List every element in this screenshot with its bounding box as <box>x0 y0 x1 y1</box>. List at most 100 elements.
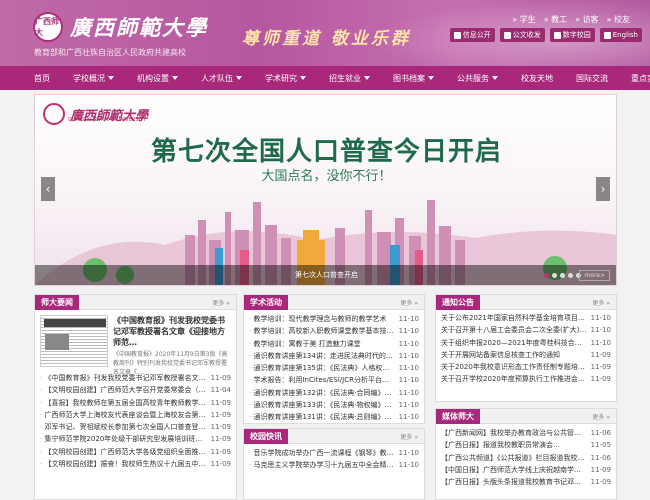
list-item-title[interactable]: 通识教育讲座第134讲：走进民法典时代的婚姻… <box>249 350 394 362</box>
link-staff[interactable]: 教工 <box>544 14 567 25</box>
list-item[interactable]: 关于开展网站备案信息核查工作的通知 11-09 <box>436 349 616 361</box>
list-item-title[interactable]: 通识教育讲座第135讲：《民法典》人格权编与… <box>249 362 394 374</box>
campus-more-link[interactable]: 更多 <box>400 432 418 441</box>
list-item[interactable]: 通识教育讲座第135讲：《民法典》人格权编与… 11-10 <box>244 362 424 374</box>
list-item-title[interactable]: 《中国教育报》刊发我校党委书记邓军教授署名文… <box>40 372 207 384</box>
list-item-title[interactable]: 【喜报】我校教师在第五届全国高校青年教师教学… <box>40 397 207 409</box>
list-item[interactable]: 广西师范大学上海校友代表座谈会暨上海校友会第…11-09 <box>35 409 236 421</box>
banner-dot[interactable] <box>568 273 573 278</box>
list-item-title[interactable]: 【文明校园创建】广西师范大学召开党委常委会（… <box>40 384 207 396</box>
digital-campus-button[interactable]: 数字校园 <box>549 28 595 42</box>
link-alumni[interactable]: 校友 <box>607 14 630 25</box>
list-item[interactable]: 关于组织申报2020—2021年度粤桂科技合作基… 11-10 <box>436 337 616 349</box>
nav-item[interactable]: 重点实验室 <box>631 73 650 84</box>
list-item[interactable]: 通识教育讲座第133讲：《民法典·物权编》解读 11-10 <box>244 399 424 411</box>
list-item-title[interactable]: 关于开展网站备案信息核查工作的通知 <box>441 349 587 361</box>
list-item-title[interactable]: 通识教育讲座第132讲：《民法典·合同编》解读 <box>249 387 394 399</box>
list-item-title[interactable]: 【文明校园创建】振奋！我校师生热议十九届五中… <box>40 458 207 470</box>
globe-icon <box>603 31 611 39</box>
nav-item[interactable]: 校友天地 <box>521 73 553 84</box>
news-more-link[interactable]: 更多 <box>212 298 230 307</box>
hero-banner[interactable]: 廣西師範大學 GUANGXI NORMAL UNIVERSITY 第七次全国人口… <box>34 94 617 286</box>
banner-dot[interactable] <box>560 273 565 278</box>
list-item-title[interactable]: 关于2020年我校意识形态工作责任制专题培训… <box>441 361 587 373</box>
list-item-title[interactable]: 集宁师范学院2020年处级干部研究型发展培训班在我… <box>40 433 206 445</box>
notice-more-link[interactable]: 更多 <box>592 298 610 307</box>
banner-dot[interactable] <box>552 273 557 278</box>
list-item[interactable]: 【文明校园创建】振奋！我校师生热议十九届五中…11-09 <box>35 458 236 470</box>
list-item[interactable]: 【中国日报】广西师范大学线上庆祝越南学院… 11-09 <box>436 464 616 476</box>
list-item-title[interactable]: 关于组织申报2020—2021年度粤桂科技合作基… <box>441 337 587 349</box>
list-item[interactable]: 关于公布2021年国家自然科学基金培育项目名… 11-10 <box>436 312 616 324</box>
list-item[interactable]: 学术报告：利用InCites/ESI/JCR分析平台助力研… 11-10 <box>244 374 424 386</box>
link-students[interactable]: 学生 <box>512 14 536 25</box>
list-item-title[interactable]: 通识教育讲座第133讲：《民法典·物权编》解读 <box>249 399 394 411</box>
list-item-title[interactable]: 邓军书记、贺祖斌校长参加第七次全国人口普查登… <box>40 421 207 433</box>
list-item-title[interactable]: 马克思主义学院举办学习十九届五中全会精神… <box>249 459 394 471</box>
university-seal-icon[interactable]: 广西师大 <box>33 12 63 42</box>
list-item[interactable]: 教学培训：现代教学理念与教师的教学艺术11-10 <box>244 313 424 325</box>
nav-item[interactable]: 学校概况 <box>73 73 114 84</box>
university-logo-name[interactable]: 廣西師範大學 <box>70 12 208 42</box>
list-item-title[interactable]: 关于召开第十八届工会委员会二次全委(扩大)… <box>441 324 587 336</box>
list-item[interactable]: 【文明校园创建】广西师范大学召开党委常委会（…11-04 <box>35 384 236 396</box>
banner-prev-button[interactable]: ‹ <box>41 177 55 201</box>
nav-item[interactable]: 国际交流 <box>576 73 608 84</box>
featured-news-title[interactable]: 《中国教育报》刊发我校党委书记邓军教授署名文章《迎接地方师范… <box>113 315 231 348</box>
nav-item[interactable]: 图书档案 <box>393 73 434 84</box>
banner-dot[interactable] <box>544 273 549 278</box>
list-item[interactable]: 集宁师范学院2020年处级干部研究型发展培训班在我… 11-09 <box>35 433 236 445</box>
list-item[interactable]: 通识教育讲座第134讲：走进民法典时代的婚姻… 11-10 <box>244 350 424 362</box>
nav-item[interactable]: 机构设置 <box>137 73 178 84</box>
list-item-title[interactable]: 音乐学院成功举办广西一流课程《钢琴》教学… <box>249 447 394 459</box>
list-item-title[interactable]: 教学培训：寓教于美 打造魅力课堂 <box>249 338 395 350</box>
list-item-title[interactable]: 【广西新闻网】我校举办教育政治与公共管理学院… <box>441 427 587 439</box>
list-item[interactable]: 教学培训：寓教于美 打造魅力课堂11-10 <box>244 338 424 350</box>
list-item[interactable]: 【广西日报】报道我校教职员常演会… 11-05 <box>436 439 616 451</box>
list-item-title[interactable]: 广西师范大学上海校友代表座谈会暨上海校友会第… <box>40 409 207 421</box>
document-exchange-button[interactable]: 公文收发 <box>499 28 545 42</box>
banner-next-button[interactable]: › <box>596 177 610 201</box>
list-item-title[interactable]: 【中国日报】广西师范大学线上庆祝越南学院… <box>441 464 587 476</box>
nav-item[interactable]: 公共服务 <box>457 73 498 84</box>
nav-item[interactable]: 招生就业 <box>329 73 370 84</box>
nav-item[interactable]: 首页 <box>34 73 50 84</box>
nav-item[interactable]: 人才队伍 <box>201 73 242 84</box>
list-item-title[interactable]: 【广西公共频道】《公共报道》栏目报道我校… <box>441 452 587 464</box>
link-visitors[interactable]: 访客 <box>575 14 599 25</box>
featured-news[interactable]: 《中国教育报》刊发我校党委书记邓军教授署名文章《迎接地方师范… 《中国教育报》2… <box>35 310 236 376</box>
list-item[interactable]: 【广西公共频道】《公共报道》栏目报道我校… 11-06 <box>436 452 616 464</box>
list-item[interactable]: 关于召开学校2020年度预算执行工作推进会议… 11-09 <box>436 373 616 385</box>
list-item[interactable]: 通识教育讲座第132讲：《民法典·合同编》解读 11-10 <box>244 387 424 399</box>
featured-news-thumbnail[interactable] <box>40 315 108 367</box>
media-more-link[interactable]: 更多 <box>592 412 610 421</box>
list-item-title[interactable]: 教学培训：现代教学理念与教师的教学艺术 <box>249 313 395 325</box>
english-site-button[interactable]: English <box>599 28 642 42</box>
list-item-title[interactable]: 通识教育讲座第131讲：《民法典·总则编》解读 <box>249 411 394 423</box>
list-item[interactable]: 教学培训：高校新入职教师课堂教学基本技能… 11-10 <box>244 325 424 337</box>
list-item[interactable]: 马克思主义学院举办学习十九届五中全会精神… 11-10 <box>244 459 424 471</box>
list-item[interactable]: 【广西日报】头版头条报道我校教育书记邓… 11-09 <box>436 476 616 488</box>
list-item[interactable]: 通识教育讲座第131讲：《民法典·总则编》解读 11-10 <box>244 411 424 423</box>
list-item[interactable]: 音乐学院成功举办广西一流课程《钢琴》教学… 11-10 <box>244 447 424 459</box>
list-item[interactable]: 《中国教育报》刊发我校党委书记邓军教授署名文…11-09 <box>35 372 236 384</box>
list-item-title[interactable]: 教学培训：高校新入职教师课堂教学基本技能… <box>249 325 394 337</box>
list-item-title[interactable]: 【广西日报】报道我校教职员常演会… <box>441 439 587 451</box>
list-item[interactable]: 关于2020年我校意识形态工作责任制专题培训… 11-09 <box>436 361 616 373</box>
nav-item-label: 学校概况 <box>73 73 105 83</box>
banner-more-button[interactable]: more> <box>579 270 610 281</box>
list-item[interactable]: 关于召开第十八届工会委员会二次全委(扩大)… 11-10 <box>436 324 616 336</box>
list-item-title[interactable]: 关于召开学校2020年度预算执行工作推进会议… <box>441 373 587 385</box>
list-item-title[interactable]: 学术报告：利用InCites/ESI/JCR分析平台助力研… <box>249 374 394 386</box>
list-item-title[interactable]: 关于公布2021年国家自然科学基金培育项目名… <box>441 312 587 324</box>
nav-item[interactable]: 学术研究 <box>265 73 306 84</box>
academic-more-link[interactable]: 更多 <box>400 298 418 307</box>
info-disclosure-button[interactable]: 信息公开 <box>449 28 495 42</box>
list-item-date: 11-10 <box>398 461 419 470</box>
list-item-title[interactable]: 【文明校园创建】广西师范大学各级党组织全面推进… <box>40 446 206 458</box>
list-item[interactable]: 邓军书记、贺祖斌校长参加第七次全国人口普查登…11-09 <box>35 421 236 433</box>
list-item[interactable]: 【广西新闻网】我校举办教育政治与公共管理学院… 11-06 <box>436 427 616 439</box>
list-item-title[interactable]: 【广西日报】头版头条报道我校教育书记邓… <box>441 476 587 488</box>
list-item[interactable]: 【喜报】我校教师在第五届全国高校青年教师教学…11-09 <box>35 397 236 409</box>
list-item[interactable]: 【文明校园创建】广西师范大学各级党组织全面推进… 11-09 <box>35 446 236 458</box>
